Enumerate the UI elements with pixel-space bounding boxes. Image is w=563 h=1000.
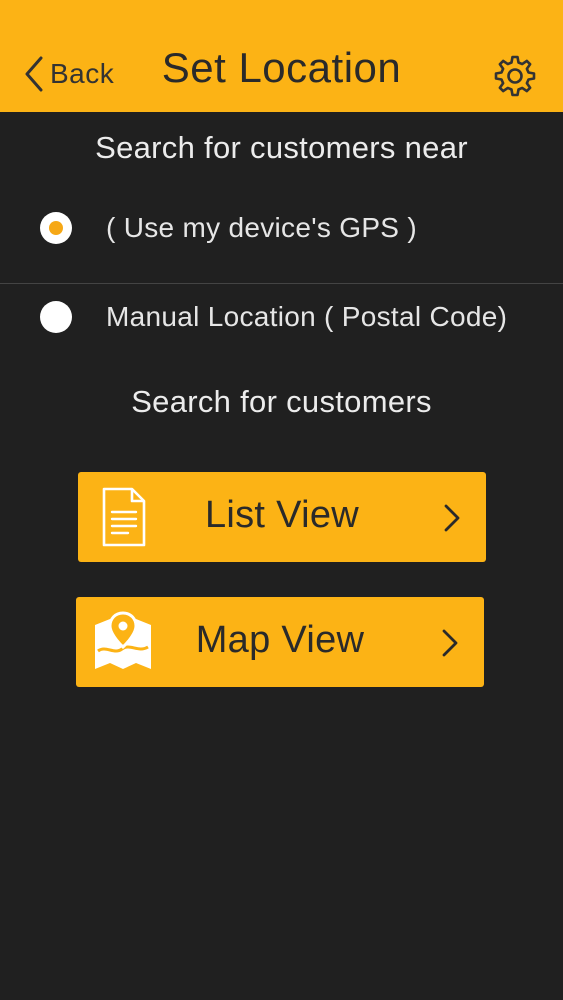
- gear-icon: [494, 55, 536, 97]
- location-heading: Search for customers near: [95, 130, 468, 165]
- set-location-screen: Back Set Location Search for customers n…: [0, 0, 563, 1000]
- map-view-button[interactable]: Map View: [76, 597, 484, 687]
- chevron-right-icon: [444, 504, 460, 532]
- radio-selected-dot: [49, 221, 63, 235]
- list-view-button[interactable]: List View: [78, 472, 486, 562]
- list-view-label: List View: [204, 494, 360, 536]
- radio-option-manual[interactable]: Manual Location ( Postal Code): [0, 277, 563, 357]
- search-heading: Search for customers: [131, 384, 432, 419]
- header-bar: Back Set Location: [0, 0, 563, 112]
- manual-option-label: Manual Location ( Postal Code): [106, 301, 508, 332]
- map-view-label: Map View: [195, 619, 365, 661]
- gps-radio-button[interactable]: [40, 212, 72, 244]
- chevron-right-icon: [442, 629, 458, 657]
- settings-button[interactable]: [493, 54, 537, 98]
- page-title: Set Location: [161, 44, 402, 91]
- manual-radio-button[interactable]: [40, 301, 72, 333]
- gps-option-label: ( Use my device's GPS ): [106, 212, 417, 243]
- radio-option-gps[interactable]: ( Use my device's GPS ): [0, 188, 563, 268]
